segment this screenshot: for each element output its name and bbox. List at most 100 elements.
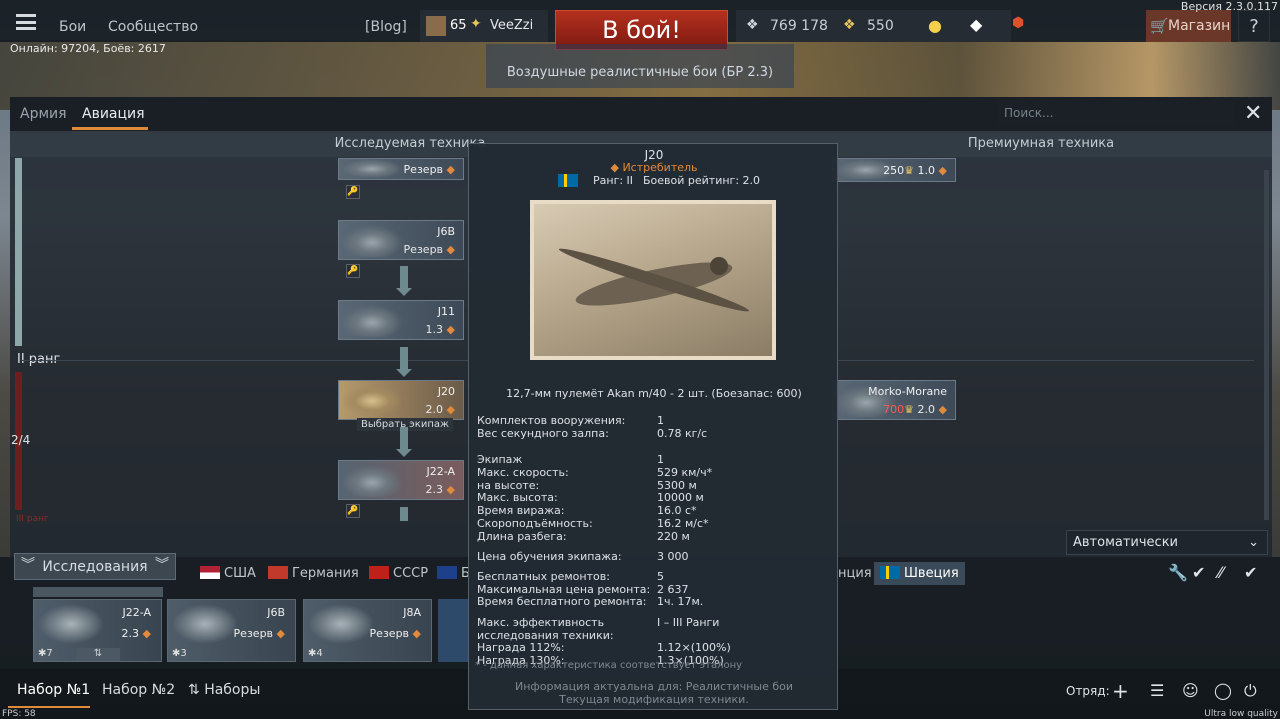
vehicle-name: Morko-Morane — [868, 385, 947, 398]
vehicle-card-j6b[interactable]: J6B Резерв ◆ — [338, 220, 464, 260]
lightbulb-icon[interactable]: ● — [928, 16, 942, 35]
tab-aviation[interactable]: Авиация — [82, 106, 145, 122]
vehicle-photo — [530, 200, 776, 360]
tooltip-title: J20 — [644, 148, 664, 162]
presets-button[interactable]: ⇅ Наборы — [188, 682, 260, 698]
diamond-icon[interactable]: ◆ — [970, 15, 982, 34]
scrollbar[interactable] — [1264, 170, 1269, 520]
crew-key-icon[interactable]: 🔑 — [346, 504, 360, 518]
diamond-icon: ◆ — [412, 627, 421, 640]
stat-label: Макс. высота: — [477, 491, 558, 504]
eagle-icon: ♛ — [904, 403, 915, 416]
add-squad-icon[interactable]: + — [1112, 679, 1129, 703]
auto-select-value: Автоматически — [1073, 535, 1179, 550]
stat-value: 5 — [657, 570, 664, 583]
close-icon[interactable]: ✕ — [1244, 101, 1262, 126]
eagle-icon: ♛ — [904, 164, 915, 177]
slot-j8a[interactable]: J8A Резерв ◆ ✱4 — [303, 599, 432, 662]
vehicle-card-j22a[interactable]: J22-A 2.3 ◆ — [338, 460, 464, 500]
stat-label: Макс. скорость: — [477, 466, 569, 479]
stat-value: 1.12×(100%) — [657, 641, 731, 654]
plane-image — [172, 604, 238, 644]
tree-arrow — [400, 507, 408, 521]
country-ussr[interactable]: СССР — [369, 566, 428, 581]
contacts-icon[interactable]: ☺ — [1182, 681, 1199, 700]
stat-value: 10000 м — [657, 491, 704, 504]
empty-slot[interactable] — [438, 599, 470, 662]
country-france[interactable]: нция — [838, 566, 872, 581]
diamond-icon: ◆ — [938, 403, 947, 416]
plane-image — [341, 305, 403, 337]
active-slot-indicator — [33, 587, 163, 597]
premium-br: 2.0 — [917, 403, 936, 416]
crew-count: 3 — [180, 648, 187, 659]
premium-card-morko-morane[interactable]: Morko-Morane 700♛ 2.0 ◆ — [832, 380, 956, 420]
diamond-icon: ◆ — [446, 403, 455, 416]
crew-count: 7 — [46, 648, 53, 659]
tooltip-class: ◆ Истребитель — [469, 161, 839, 174]
vehicle-br: 1.3 — [425, 323, 444, 336]
sweden-flag-icon — [880, 566, 900, 579]
repair-all-icon[interactable]: ⁄⁄ — [1218, 563, 1223, 582]
help-button[interactable]: ? — [1238, 10, 1270, 42]
preset-2[interactable]: Набор №2 — [102, 682, 175, 698]
stat-label: Время виража: — [477, 504, 565, 517]
chat-icon[interactable]: ◯ — [1214, 681, 1232, 700]
game-mode-label[interactable]: Воздушные реалистичные бои (БР 2.3) — [486, 44, 794, 88]
stat-label: Макс. эффективность — [477, 616, 605, 629]
stat-value: 1ч. 17м. — [657, 595, 704, 608]
rank-progress-count: 2/4 — [11, 433, 31, 447]
vehicle-br: 2.3 — [425, 483, 444, 496]
menu-icon[interactable] — [16, 14, 36, 30]
slot-sub: Резерв — [233, 627, 274, 640]
plane-image — [341, 159, 403, 177]
diamond-icon: ◆ — [142, 627, 151, 640]
avatar — [426, 16, 446, 36]
shop-button[interactable]: 🛒 Магазин — [1146, 10, 1231, 42]
vehicle-card-j11[interactable]: J11 1.3 ◆ — [338, 300, 464, 340]
blog-link[interactable]: [Blog] — [365, 19, 407, 35]
slot-j22a[interactable]: J22-A 2.3 ◆ ✱7 ⇅ — [33, 599, 162, 662]
search-input[interactable]: Поиск... — [998, 101, 1234, 126]
vehicle-card-j20[interactable]: J20 2.0 ◆ — [338, 380, 464, 420]
country-sweden[interactable]: Швеция — [874, 562, 965, 585]
slot-name: J22-A — [122, 606, 152, 619]
auto-select[interactable]: Автоматически ⌄ — [1066, 530, 1268, 555]
country-uk[interactable]: Б — [437, 566, 470, 581]
vehicle-name: J11 — [437, 305, 455, 318]
premium-card-top[interactable]: 250♛ 1.0 ◆ — [832, 158, 956, 182]
check-icon[interactable]: ✔ — [1192, 563, 1205, 582]
country-usa[interactable]: США — [200, 566, 256, 581]
nav-community[interactable]: Сообщество — [108, 19, 198, 35]
premium-price: 250 — [883, 164, 905, 177]
nav-battles[interactable]: Бои — [59, 19, 86, 35]
swap-icon[interactable]: ⇅ — [76, 648, 120, 661]
slot-j6b[interactable]: J6B Резерв ◆ ✱3 — [167, 599, 296, 662]
stat-value: 0.78 кг/с — [657, 427, 708, 440]
preset-1[interactable]: Набор №1 — [17, 682, 90, 698]
player-badge[interactable]: 65 ✦ VeeZzi — [420, 10, 548, 42]
rank-progress-completed — [15, 158, 22, 346]
stat-label: Время бесплатного ремонта: — [477, 595, 647, 608]
vehicle-sub: Резерв — [403, 243, 444, 256]
tooltip-info-2: Текущая модификация техники. — [559, 693, 749, 706]
stat-value: 3 000 — [657, 550, 689, 563]
list-icon[interactable]: ☰ — [1150, 681, 1164, 700]
wrench-icon[interactable]: 🔧 — [1168, 563, 1188, 582]
crew-key-icon[interactable]: 🔑 — [346, 185, 360, 199]
golden-eagle-icon: ❖ — [843, 17, 856, 33]
crew-key-icon[interactable]: 🔑 — [346, 264, 360, 278]
tooltip-rank: Ранг: II — [593, 174, 634, 187]
diamond-icon: ◆ — [446, 323, 455, 336]
tree-arrow — [396, 266, 412, 296]
rank-icon: ✦ — [470, 16, 482, 32]
research-button[interactable]: ︾ Исследования ︾ — [14, 553, 176, 580]
country-germany[interactable]: Германия — [268, 566, 359, 581]
power-icon[interactable]: ⏻ — [1244, 681, 1257, 701]
vehicle-card-reserve-top[interactable]: Резерв ◆ — [338, 158, 464, 180]
tab-army[interactable]: Армия — [20, 106, 67, 122]
check-all-icon[interactable]: ✔ — [1244, 563, 1257, 582]
presets-label: Наборы — [204, 682, 261, 698]
sort-icon: ⇅ — [188, 682, 205, 698]
battlepass-icon[interactable]: ⬢ — [1012, 15, 1024, 31]
